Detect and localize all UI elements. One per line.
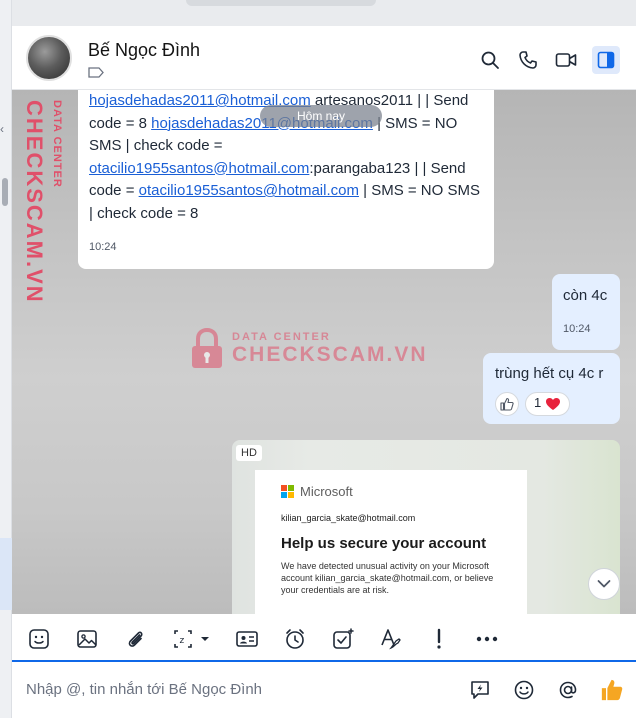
- avatar[interactable]: [26, 35, 72, 81]
- message-text: trùng hết cụ 4c r: [495, 365, 604, 382]
- message-text: còn 4c: [563, 287, 608, 304]
- message-time: 10:24: [89, 241, 117, 253]
- conversation-info-toggle-icon[interactable]: [592, 46, 620, 74]
- quick-like-thumbs-up-icon[interactable]: [600, 678, 624, 702]
- chevron-down-icon: [597, 580, 611, 588]
- selected-conversation-marker: [0, 538, 12, 610]
- sticker-icon[interactable]: [26, 626, 52, 652]
- phone-call-icon[interactable]: [516, 48, 540, 72]
- screenshot-body: We have detected unusual activity on you…: [281, 561, 494, 595]
- mark-important-icon[interactable]: [426, 626, 452, 652]
- screenshot-email: kilian_garcia_skate@hotmail.com: [281, 513, 416, 523]
- email-link[interactable]: otacilio1955santos@hotmail.com: [139, 182, 359, 199]
- reaction-count-badge[interactable]: 1: [525, 391, 571, 416]
- contact-card-icon[interactable]: [234, 626, 260, 652]
- microsoft-logo-icon: [281, 485, 294, 498]
- vertical-watermark: CHECKSCAM.VN DATA CENTER: [21, 100, 63, 310]
- watermark-text: DATA CENTER: [51, 100, 63, 188]
- label-tag-icon[interactable]: [88, 67, 104, 78]
- message-list[interactable]: hojasdehadas2011@hotmail.com artesanos20…: [12, 90, 636, 614]
- video-call-icon[interactable]: [554, 48, 578, 72]
- hd-badge: HD: [236, 445, 262, 461]
- message-bubble-sent[interactable]: còn 4c 10:24: [552, 274, 620, 350]
- message-bubble-sent[interactable]: trùng hết cụ 4c r 1: [483, 353, 620, 424]
- thumbs-up-reaction-icon[interactable]: [495, 391, 519, 416]
- message-input[interactable]: [26, 681, 446, 698]
- task-checkbox-icon[interactable]: [330, 626, 356, 652]
- watermark: DATA CENTER CHECKSCAM.VN: [190, 328, 428, 370]
- quick-message-icon[interactable]: [468, 678, 492, 702]
- composer: [12, 662, 636, 718]
- scroll-to-bottom-button[interactable]: [588, 568, 620, 600]
- emoji-icon[interactable]: [512, 678, 536, 702]
- search-icon[interactable]: [478, 48, 502, 72]
- lock-icon: [192, 328, 222, 368]
- watermark-text: DATA CENTER: [232, 331, 331, 343]
- watermark-text: CHECKSCAM.VN: [22, 100, 47, 304]
- day-divider: Hôm nay: [260, 105, 382, 127]
- collapse-chevron-icon[interactable]: ‹: [0, 122, 4, 136]
- text-format-icon[interactable]: [378, 626, 404, 652]
- reminder-clock-icon[interactable]: [282, 626, 308, 652]
- top-bar: [12, 0, 636, 26]
- message-time: 10:24: [563, 322, 591, 335]
- contact-name[interactable]: Bế Ngọc Đình: [88, 40, 200, 61]
- watermark-text: CHECKSCAM.VN: [232, 343, 428, 366]
- image-icon[interactable]: [74, 626, 100, 652]
- mention-icon[interactable]: [556, 678, 580, 702]
- email-link[interactable]: otacilio1955santos@hotmail.com: [89, 160, 309, 177]
- scrollbar-thumb[interactable]: [2, 178, 8, 206]
- attachment-icon[interactable]: [122, 626, 148, 652]
- composer-toolbar: z: [12, 614, 636, 662]
- screenshot-title: Help us secure your account: [281, 535, 487, 552]
- chat-header: Bế Ngọc Đình: [12, 26, 636, 90]
- more-options-icon[interactable]: [474, 626, 500, 652]
- image-message[interactable]: HD Microsoft kilian_garcia_skate@hotmail…: [232, 440, 620, 614]
- conversation-list-edge: ‹: [0, 0, 12, 718]
- screenshot-content: Microsoft kilian_garcia_skate@hotmail.co…: [255, 470, 527, 614]
- search-pill[interactable]: [186, 0, 376, 6]
- brand-name: Microsoft: [300, 484, 353, 499]
- capture-screenshot-dropdown-icon[interactable]: z: [170, 626, 214, 652]
- reaction-count: 1: [534, 395, 542, 411]
- heart-icon: [546, 397, 561, 410]
- svg-text:z: z: [180, 636, 185, 646]
